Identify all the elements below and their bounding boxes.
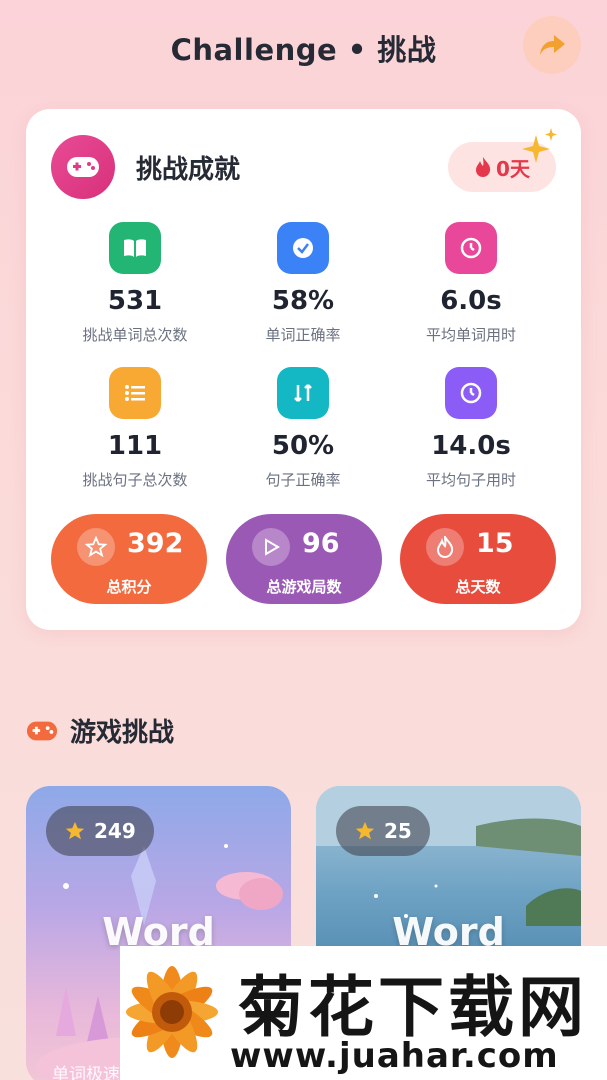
pill-label: 总游戏局数 — [266, 578, 342, 596]
sparkle-icon — [522, 128, 557, 163]
stat-word-count: 531 挑战单词总次数 — [50, 222, 220, 345]
header: Challenge • 挑战 — [0, 0, 607, 95]
game-subtitle: 单词极速 — [52, 1065, 120, 1080]
stat-value: 531 — [107, 286, 163, 316]
stat-value: 50% — [271, 431, 335, 461]
timer-icon — [460, 237, 482, 259]
page-title: Challenge • 挑战 — [170, 33, 437, 67]
stat-label: 挑战句子总次数 — [82, 471, 188, 489]
gamepad-icon — [26, 721, 58, 740]
rating-value: 249 — [94, 819, 136, 843]
total-points-pill[interactable]: 392 总积分 — [51, 514, 207, 604]
pill-icon — [426, 528, 464, 566]
play-icon — [265, 538, 280, 556]
card-icon — [51, 135, 115, 199]
pill-icon — [77, 528, 115, 566]
list-icon — [125, 385, 145, 401]
stat-sentence-time: 14.0s 平均句子用时 — [386, 367, 556, 490]
pill-value: 392 — [127, 528, 184, 559]
stat-label: 句子正确率 — [265, 471, 341, 489]
pill-value: 96 — [302, 528, 340, 559]
stat-icon — [109, 367, 161, 419]
stat-value: 6.0s — [440, 286, 502, 316]
rating-value: 25 — [384, 819, 412, 843]
watermark: 菊花下载网 www.juahar.com — [120, 946, 607, 1080]
stat-sentence-count: 111 挑战句子总次数 — [50, 367, 220, 490]
total-games-pill[interactable]: 96 总游戏局数 — [226, 514, 382, 604]
stat-icon — [109, 222, 161, 274]
total-days-pill[interactable]: 15 总天数 — [400, 514, 556, 604]
gamepad-icon — [67, 157, 99, 177]
star-icon — [65, 821, 85, 840]
stat-value: 14.0s — [431, 431, 511, 461]
stat-label: 单词正确率 — [265, 326, 341, 344]
stat-label: 挑战单词总次数 — [82, 326, 188, 344]
watermark-url: www.juahar.com — [230, 1036, 559, 1076]
stat-label: 平均单词用时 — [425, 326, 516, 344]
flame-icon — [476, 157, 491, 177]
pill-label: 总积分 — [106, 578, 152, 596]
stat-sentence-accuracy: 50% 句子正确率 — [218, 367, 388, 490]
stat-label: 平均句子用时 — [425, 471, 516, 489]
rating-badge: 25 — [336, 806, 430, 856]
stat-icon — [277, 222, 329, 274]
achievement-card: 挑战成就 0天 531 挑战单词总次数 58% 单词正确率 6.0s 平均单词用… — [26, 109, 581, 630]
pill-icon — [252, 528, 290, 566]
rating-badge: 249 — [46, 806, 154, 856]
stat-icon — [445, 222, 497, 274]
star-icon — [355, 821, 375, 840]
stat-icon — [445, 367, 497, 419]
flame-icon — [436, 536, 454, 558]
stat-word-time: 6.0s 平均单词用时 — [386, 222, 556, 345]
star-icon — [85, 536, 107, 558]
stat-value: 111 — [107, 431, 163, 461]
share-arrow-icon — [540, 35, 565, 55]
swap-icon — [294, 384, 312, 402]
stat-icon — [277, 367, 329, 419]
stat-value: 58% — [271, 286, 335, 316]
check-circle-icon — [293, 238, 313, 258]
book-icon — [124, 239, 146, 257]
pill-label: 总天数 — [455, 578, 501, 596]
pill-value: 15 — [476, 528, 514, 559]
share-button[interactable] — [523, 16, 581, 74]
section-title: 游戏挑战 — [70, 718, 175, 748]
timer-icon — [460, 382, 482, 404]
card-title: 挑战成就 — [136, 155, 241, 185]
games-section-header: 游戏挑战 — [26, 712, 174, 749]
stat-word-accuracy: 58% 单词正确率 — [218, 222, 388, 345]
flower-logo — [126, 966, 218, 1058]
